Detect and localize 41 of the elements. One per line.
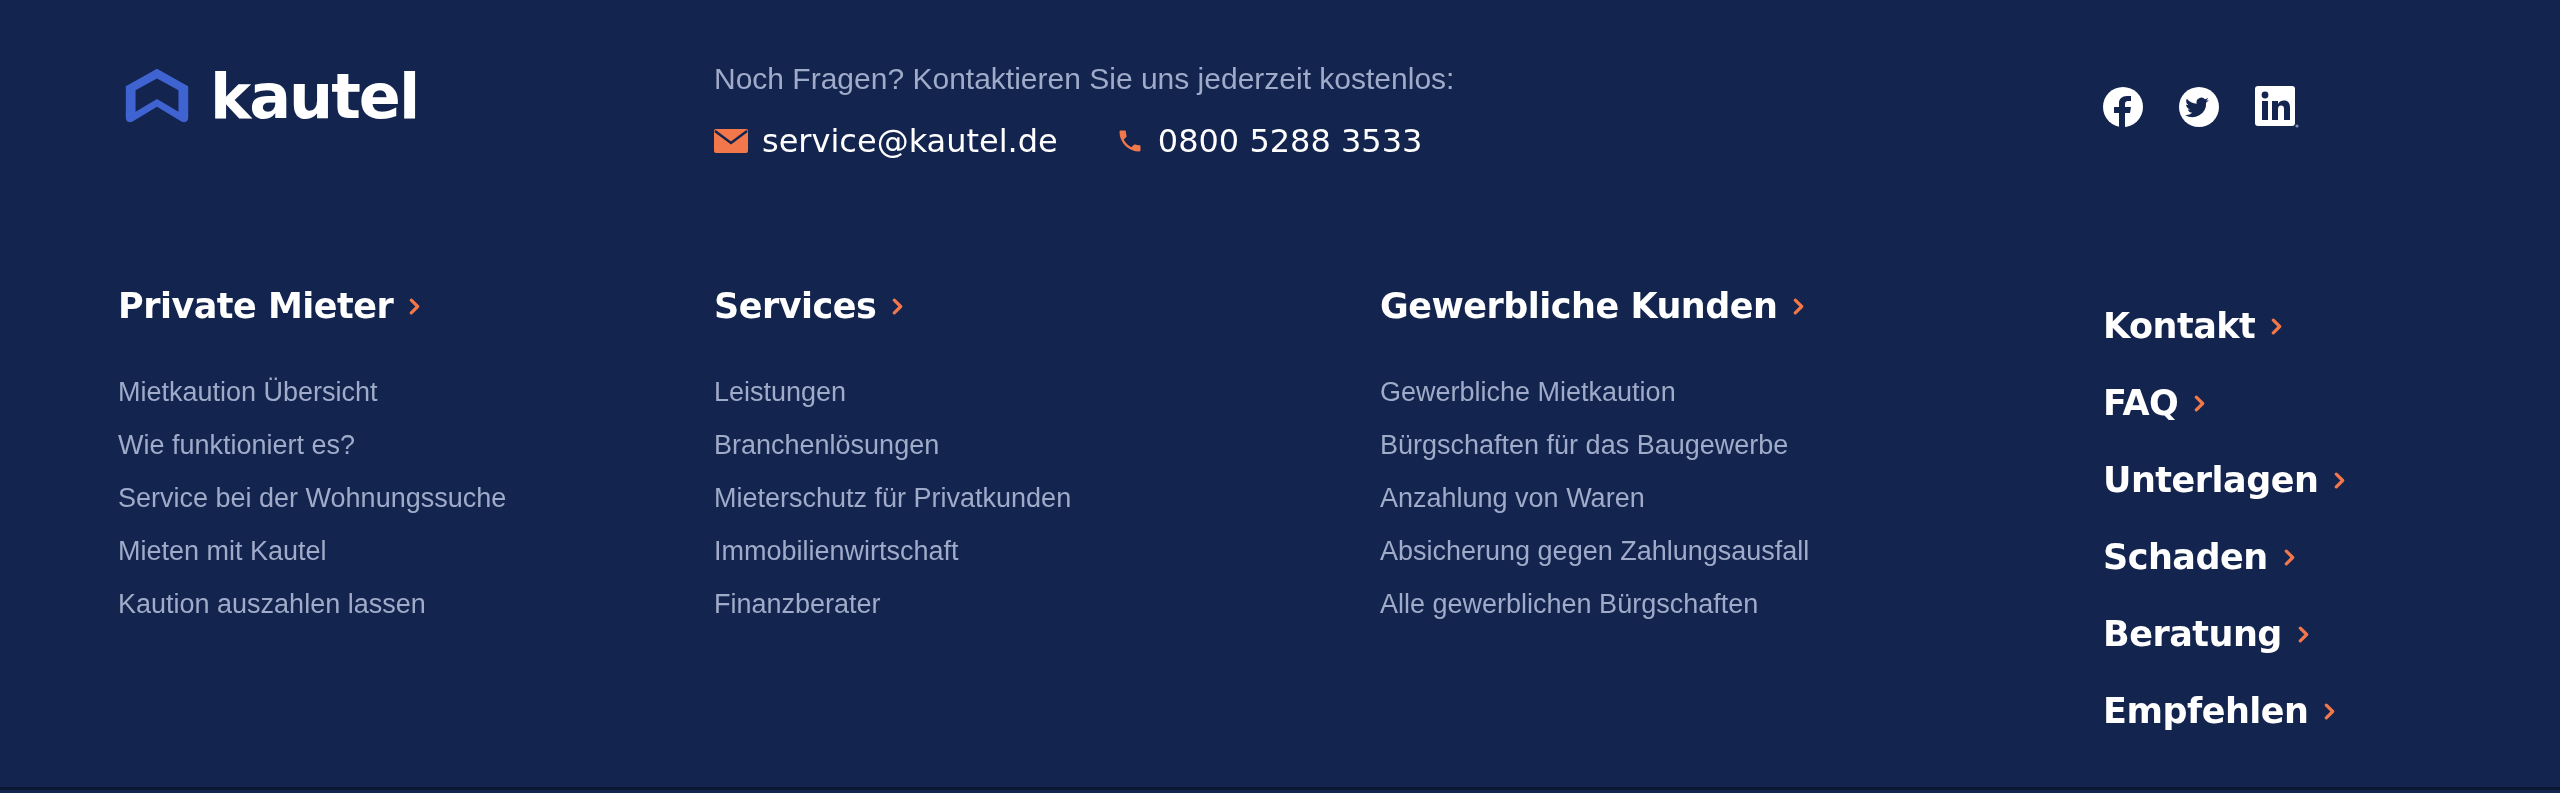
phone-link[interactable]: 0800 5288 3533 (1157, 122, 1423, 160)
footer-link[interactable]: Kaution auszahlen lassen (118, 578, 426, 631)
chevron-right-icon (409, 297, 421, 315)
quick-link[interactable]: Unterlagen (2103, 460, 2346, 500)
column-heading-link[interactable]: Services (714, 286, 904, 326)
chevron-right-icon (2283, 548, 2295, 566)
column-heading-link[interactable]: Private Mieter (118, 286, 421, 326)
footer-link[interactable]: Mieterschutz für Privatkunden (714, 472, 1072, 525)
quick-link[interactable]: Kontakt (2103, 306, 2283, 346)
chevron-right-icon (1793, 297, 1805, 315)
quick-link[interactable]: FAQ (2103, 383, 2206, 423)
column-heading-link[interactable]: Gewerbliche Kunden (1380, 286, 1805, 326)
footer-link[interactable]: Service bei der Wohnungssuche (118, 472, 507, 525)
footer-link[interactable]: Gewerbliche Mietkaution (1380, 366, 1676, 419)
twitter-icon[interactable] (2179, 87, 2219, 127)
chevron-right-icon (2194, 394, 2206, 412)
chevron-right-icon (892, 297, 904, 315)
logo-wordmark[interactable]: kautel (210, 66, 419, 128)
chevron-right-icon (2297, 625, 2309, 643)
footer-link[interactable]: Finanzberater (714, 578, 881, 631)
quick-link[interactable]: Schaden (2103, 537, 2295, 577)
facebook-icon[interactable] (2103, 87, 2143, 127)
footer-link[interactable]: Mieten mit Kautel (118, 525, 327, 578)
footer-link[interactable]: Leistungen (714, 366, 847, 419)
footer-link[interactable]: Bürgschaften für das Baugewerbe (1380, 419, 1789, 472)
chevron-right-icon (2334, 471, 2346, 489)
footer-link[interactable]: Branchenlösungen (714, 419, 940, 472)
quick-link[interactable]: Empfehlen (2103, 691, 2336, 731)
chevron-right-icon (2324, 702, 2336, 720)
footer-link[interactable]: Alle gewerblichen Bürgschaften (1380, 578, 1759, 631)
quick-link[interactable]: Beratung (2103, 614, 2309, 654)
footer-link[interactable]: Absicherung gegen Zahlungsausfall (1380, 525, 1810, 578)
envelope-icon (714, 129, 748, 153)
footer-link[interactable]: Wie funktioniert es? (118, 419, 356, 472)
linkedin-icon[interactable] (2255, 86, 2299, 128)
email-link[interactable]: service@kautel.de (762, 122, 1058, 160)
footer-link[interactable]: Mietkaution Übersicht (118, 366, 378, 419)
chevron-right-icon (2271, 317, 2283, 335)
footer-link[interactable]: Immobilienwirtschaft (714, 525, 959, 578)
footer-link[interactable]: Anzahlung von Waren (1380, 472, 1645, 525)
contact-headline: Noch Fragen? Kontaktieren Sie uns jederzeit kostenlos: (714, 62, 1456, 96)
